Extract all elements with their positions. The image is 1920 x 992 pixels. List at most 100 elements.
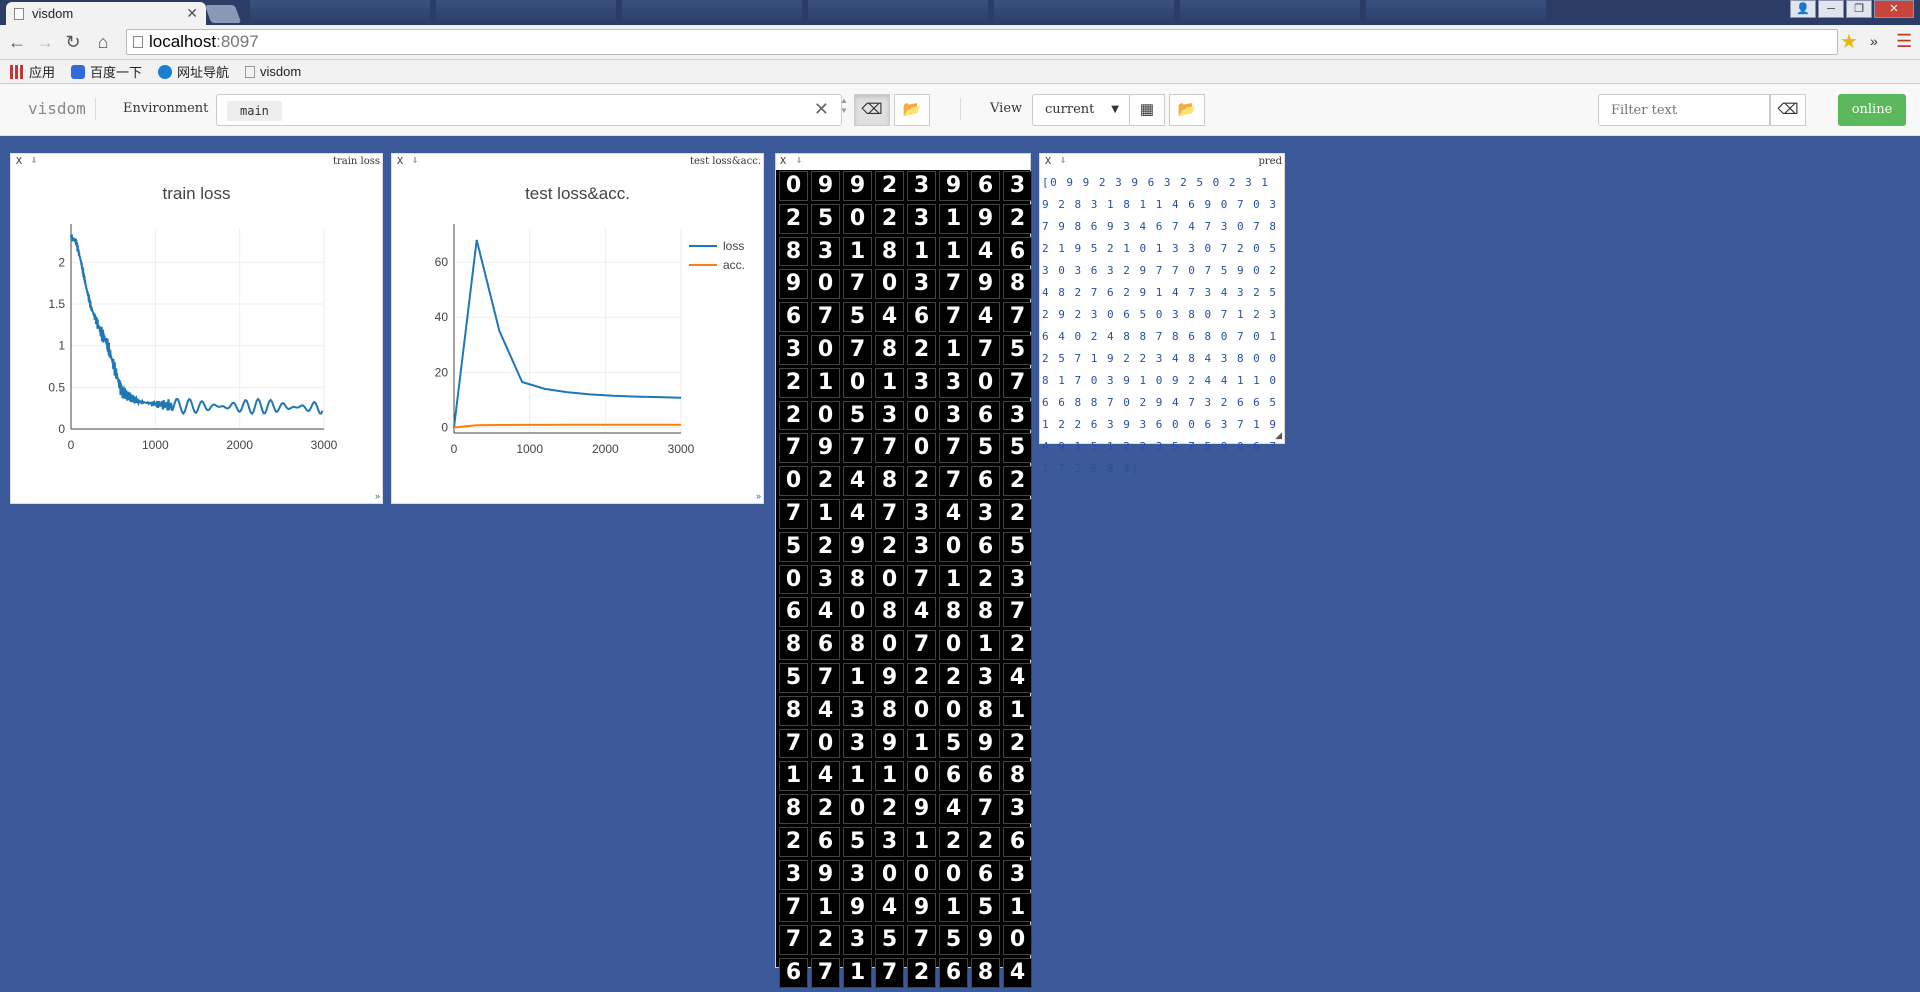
extensions-chevron-icon[interactable]: »: [1870, 33, 1878, 49]
digit-image: 2: [907, 958, 936, 988]
bookmark-label: 百度一下: [90, 65, 143, 80]
browser-tab[interactable]: visdom ✕: [6, 2, 206, 25]
maximize-icon[interactable]: ❐: [1846, 0, 1872, 18]
y-tick-label: 40: [435, 310, 449, 324]
minimize-icon[interactable]: ─: [1818, 0, 1844, 18]
digit-image: 2: [875, 794, 904, 824]
digit-image: 5: [1003, 531, 1032, 562]
digit-image: 8: [875, 466, 904, 496]
digit-image: 7: [779, 728, 808, 759]
bookmark-hao123[interactable]: 网址导航: [158, 62, 229, 81]
background-tab[interactable]: [622, 0, 802, 25]
resize-handle-icon[interactable]: »: [375, 491, 380, 501]
digit-image: 8: [779, 695, 808, 726]
repack-button[interactable]: ▦: [1129, 94, 1165, 126]
tab-close-icon[interactable]: ✕: [186, 5, 198, 22]
manage-environments-button[interactable]: 📂: [894, 94, 930, 126]
pane-pred[interactable]: X ⇩ pred [0 9 9 2 3 9 6 3 2 5 0 2 3 1 9 …: [1039, 153, 1285, 475]
view-select[interactable]: current ▼: [1032, 94, 1130, 126]
address-bar[interactable]: localhost:8097: [126, 29, 1838, 55]
background-tab[interactable]: [808, 0, 988, 25]
digit-image: 2: [779, 826, 808, 857]
digit-image: 2: [811, 794, 840, 824]
digit-image: 6: [1003, 236, 1032, 267]
visdom-navbar: visdom Environment main ✕ ▲ ▼ ⌫ 📂 View cu…: [0, 84, 1920, 136]
x-tick-label: 3000: [311, 438, 338, 452]
folder-open-icon: 📂: [1177, 101, 1197, 118]
home-icon[interactable]: ⌂: [92, 31, 114, 53]
clear-selection-icon[interactable]: ✕: [814, 99, 829, 120]
digit-image: 6: [811, 630, 840, 660]
manage-views-button[interactable]: 📂: [1169, 94, 1205, 126]
digit-image: 3: [907, 171, 936, 201]
reload-icon[interactable]: ↻: [62, 31, 84, 53]
digit-image: 3: [907, 269, 936, 300]
digit-image: 2: [779, 400, 808, 431]
digit-image: 0: [971, 367, 1000, 398]
digit-image: 1: [843, 761, 872, 792]
digit-image: 2: [779, 367, 808, 398]
browser-tab-bar: visdom ✕ 👤 ─ ❐ ✕: [0, 0, 1920, 25]
pane-test-loss-acc[interactable]: X ⇩ test loss&acc. test loss&acc. 0 1000 2…: [391, 153, 764, 504]
digit-image: 1: [939, 892, 968, 923]
digit-image: 3: [1003, 171, 1032, 201]
bookmark-visdom[interactable]: visdom: [245, 64, 301, 79]
window-close-icon[interactable]: ✕: [1874, 0, 1914, 18]
resize-handle-icon[interactable]: ◢: [1275, 430, 1282, 441]
digit-image: 8: [875, 236, 904, 267]
forward-icon[interactable]: →: [34, 31, 56, 53]
x-tick-label: 2000: [226, 438, 253, 452]
back-icon[interactable]: ←: [6, 31, 28, 53]
download-icon[interactable]: ⇩: [796, 155, 802, 166]
background-tab[interactable]: [250, 0, 430, 25]
environment-chip[interactable]: main: [227, 101, 282, 121]
digit-image: 0: [907, 761, 936, 792]
new-tab-button[interactable]: [204, 5, 242, 23]
digit-image: 1: [875, 367, 904, 398]
digit-image: 9: [907, 892, 936, 923]
background-tab[interactable]: [1366, 0, 1546, 25]
background-tab[interactable]: [1180, 0, 1360, 25]
background-tab[interactable]: [994, 0, 1174, 25]
bookmark-star-icon[interactable]: ★: [1840, 29, 1858, 54]
close-pane-icon[interactable]: X: [1045, 156, 1051, 167]
browser-menu-icon[interactable]: ☰: [1896, 31, 1912, 52]
digit-image: 7: [939, 269, 968, 300]
digit-image: 0: [907, 695, 936, 726]
pane-image-grid[interactable]: X ⇩ 099239632502319283181146907037986754…: [775, 153, 1032, 988]
close-pane-icon[interactable]: X: [780, 156, 786, 167]
digit-image: 0: [779, 466, 808, 496]
digit-image: 3: [843, 925, 872, 956]
digit-image: 1: [907, 728, 936, 759]
digit-image: 7: [811, 958, 840, 988]
clear-environment-button[interactable]: ⌫: [854, 94, 890, 126]
digit-image: 2: [1003, 498, 1032, 529]
pane-train-loss[interactable]: X ⇩ train loss train loss 0 1000 2000 3000 0…: [10, 153, 383, 504]
download-icon[interactable]: ⇩: [1060, 155, 1066, 166]
bookmark-baidu[interactable]: 百度一下: [71, 62, 142, 81]
digit-image: 2: [811, 925, 840, 956]
digit-image: 7: [907, 564, 936, 595]
y-tick-label: 1: [58, 339, 65, 353]
connection-status-button[interactable]: online: [1838, 94, 1906, 126]
clear-filter-button[interactable]: ⌫: [1770, 94, 1806, 126]
select-arrows-icon[interactable]: ▲ ▼: [840, 96, 848, 116]
digit-image: 0: [875, 564, 904, 595]
digit-image: 5: [1003, 334, 1032, 365]
background-tab[interactable]: [436, 0, 616, 25]
resize-handle-icon[interactable]: »: [756, 491, 761, 501]
filter-input[interactable]: [1598, 94, 1770, 126]
digit-image: 8: [875, 597, 904, 628]
digit-image: 6: [779, 597, 808, 628]
x-tick-label: 0: [451, 442, 458, 456]
bookmark-apps[interactable]: 应用: [10, 62, 55, 81]
test-loss-acc-chart: 0 1000 2000 3000 0 20 40 60 loss acc.: [435, 224, 745, 456]
digit-image: 3: [907, 531, 936, 562]
globe-icon: [158, 64, 173, 79]
digit-image: 7: [779, 892, 808, 923]
user-icon[interactable]: 👤: [1790, 0, 1816, 18]
environment-select[interactable]: main ✕: [216, 94, 842, 126]
digit-image: 6: [1003, 826, 1032, 857]
brand-logo[interactable]: visdom: [28, 99, 86, 118]
digit-image: 7: [1003, 367, 1032, 398]
